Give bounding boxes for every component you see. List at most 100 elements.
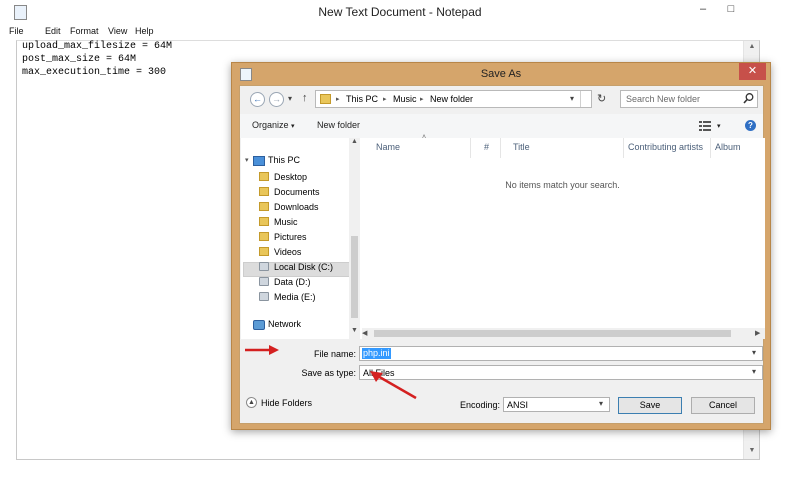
chevron-down-icon: ▾ [291,123,295,130]
file-name-label: File name: [313,349,356,359]
tree-label: Media (E:) [274,292,316,302]
chevron-right-icon: ▸ [420,96,424,103]
column-header-name[interactable]: Name [376,142,400,152]
refresh-icon[interactable]: ↻ [597,92,606,105]
up-icon[interactable]: ↑ [302,92,308,104]
search-placeholder: Search New folder [626,94,701,104]
navigation-pane: ▾ This PC Desktop Documents Downloads Mu… [241,138,354,339]
tree-label: Videos [274,247,302,257]
column-header-number[interactable]: # [484,142,489,152]
menu-help[interactable]: Help [135,26,154,36]
tree-label: Documents [274,187,320,197]
file-name-field[interactable]: php.ini ▾ [359,346,763,361]
view-options-icon[interactable] [699,120,711,133]
scroll-right-icon[interactable]: ▶ [755,329,760,337]
column-divider [470,138,471,158]
folder-icon [259,217,269,226]
column-header-contributing-artists[interactable]: Contributing artists [628,142,703,152]
scroll-thumb[interactable] [374,330,731,337]
back-icon[interactable]: ← [250,92,265,107]
dialog-title: Save As [480,68,522,80]
cancel-button[interactable]: Cancel [691,397,755,414]
collapse-icon: ▲ [246,397,257,408]
menu-file[interactable]: File [9,26,24,36]
tree-label: Downloads [274,202,319,212]
close-button[interactable]: ✕ [739,63,766,80]
menu-edit[interactable]: Edit [45,26,61,36]
dialog-titlebar: Save As ✕ [232,63,770,85]
expand-icon[interactable]: ▾ [245,156,249,164]
organize-label: Organize [252,120,289,130]
folder-icon [259,202,269,211]
tree-item-network[interactable]: Network [268,319,301,329]
text-line: post_max_size = 64M [22,54,137,65]
file-name-value: php.ini [362,348,391,359]
sort-indicator-icon: ˄ [422,134,427,141]
text-line: max_execution_time = 300 [22,67,167,78]
dialog-body: ← → ▾ ↑ ▸ This PC ▸ Music ▸ New folder ▾… [239,85,765,424]
tree-label: Pictures [274,232,307,242]
encoding-select[interactable]: ANSI ▾ [503,397,610,412]
search-icon[interactable] [743,92,754,107]
computer-icon [253,156,265,166]
empty-folder-message: No items match your search. [505,180,620,190]
annotation-arrow-icon [245,344,279,358]
column-divider [710,138,711,158]
notepad-menubar: File Edit Format View Help [0,26,800,40]
scroll-down-icon[interactable]: ▼ [744,447,760,454]
network-icon [253,320,265,330]
hide-folders-label: Hide Folders [261,398,313,408]
scroll-left-icon[interactable]: ◀ [362,329,367,337]
encoding-value: ANSI [507,400,529,410]
menu-view[interactable]: View [108,26,127,36]
chevron-down-icon[interactable]: ▾ [599,399,603,408]
folder-icon [320,94,331,104]
breadcrumb-new-folder[interactable]: New folder [430,94,473,104]
menu-format[interactable]: Format [70,26,99,36]
scroll-down-icon[interactable]: ▼ [349,327,360,334]
column-header-album[interactable]: Album [715,142,741,152]
save-button[interactable]: Save [618,397,682,414]
scroll-up-icon[interactable]: ▲ [744,43,760,50]
save-as-dialog: Save As ✕ ← → ▾ ↑ ▸ This PC ▸ Music ▸ Ne… [231,62,771,430]
address-bar[interactable]: ▸ This PC ▸ Music ▸ New folder ▾ [315,90,592,108]
folder-icon [259,172,269,181]
scroll-up-icon[interactable]: ▲ [349,138,360,145]
encoding-label: Encoding: [459,400,500,410]
new-folder-button[interactable]: New folder [317,120,360,130]
drive-icon [259,292,269,301]
chevron-down-icon[interactable]: ▾ [752,367,756,376]
folder-icon [259,247,269,256]
minimize-button[interactable]: – [690,0,716,20]
help-icon[interactable]: ? [745,120,756,131]
breadcrumb-music[interactable]: Music [393,94,417,104]
scroll-thumb[interactable] [351,236,358,318]
drive-icon [259,277,269,286]
notepad-title: New Text Document - Notepad [318,5,482,19]
tree-label: Local Disk (C:) [274,262,334,272]
tree-item-this-pc[interactable]: This PC [268,155,300,165]
folder-icon [259,232,269,241]
folder-icon [259,187,269,196]
command-toolbar: Organize ▾ New folder ▾ ? [240,114,763,138]
tree-label: Desktop [274,172,308,182]
chevron-down-icon[interactable]: ▾ [570,94,574,103]
nav-pane-scrollbar[interactable]: ▲ ▼ [349,138,360,339]
maximize-button[interactable]: □ [718,0,744,20]
column-header-title[interactable]: Title [513,142,530,152]
breadcrumb-this-pc[interactable]: This PC [346,94,378,104]
file-list-horizontal-scrollbar[interactable]: ◀ ▶ [362,328,765,339]
column-divider [500,138,501,158]
chevron-right-icon: ▸ [336,96,340,103]
chevron-down-icon[interactable]: ▾ [752,348,756,357]
recent-locations-icon[interactable]: ▾ [288,94,292,103]
notepad-titlebar: New Text Document - Notepad – □ [0,0,800,26]
column-divider [623,138,624,158]
annotation-arrow-icon [368,370,420,404]
text-line: upload_max_filesize = 64M [22,41,173,52]
organize-button[interactable]: Organize ▾ [252,120,295,130]
tree-label: Music [274,217,298,227]
search-box[interactable]: Search New folder [620,90,758,108]
forward-icon[interactable]: → [269,92,284,107]
chevron-down-icon[interactable]: ▾ [717,122,721,130]
